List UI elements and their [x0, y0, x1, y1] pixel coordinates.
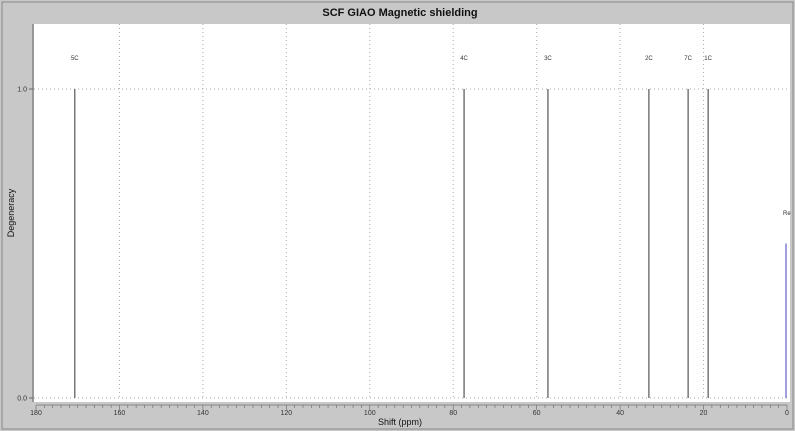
x-tick-label: 120 — [280, 410, 292, 417]
y-tick-label: 1.0 — [17, 87, 27, 94]
x-tick-label: 40 — [616, 410, 624, 417]
x-tick-label: 160 — [114, 410, 126, 417]
peak-label: 3C — [544, 56, 552, 62]
x-tick-label: 80 — [449, 410, 457, 417]
plot-area — [34, 24, 790, 402]
peak-label: 7C — [684, 56, 692, 62]
x-tick-label: 100 — [364, 410, 376, 417]
peak-label: 5C — [71, 56, 79, 62]
peak-label: 1C — [704, 56, 712, 62]
x-tick-label: 60 — [533, 410, 541, 417]
peak-label: 2C — [645, 56, 653, 62]
reference-label: Re — [783, 211, 791, 217]
y-axis-label: Degeneracy — [6, 188, 16, 237]
x-tick-label: 20 — [700, 410, 708, 417]
x-tick-label: 140 — [197, 410, 209, 417]
x-tick-label: 0 — [785, 410, 789, 417]
nmr-chart: SCF GIAO Magnetic shielding 5C 4C 3C 2C 7C 1C… — [0, 0, 795, 431]
x-tick-label: 180 — [30, 410, 42, 417]
x-axis-label: Shift (ppm) — [378, 417, 422, 427]
y-tick-label: 0.0 — [17, 396, 27, 403]
chart-title: SCF GIAO Magnetic shielding — [322, 7, 477, 19]
peak-label: 4C — [460, 56, 468, 62]
